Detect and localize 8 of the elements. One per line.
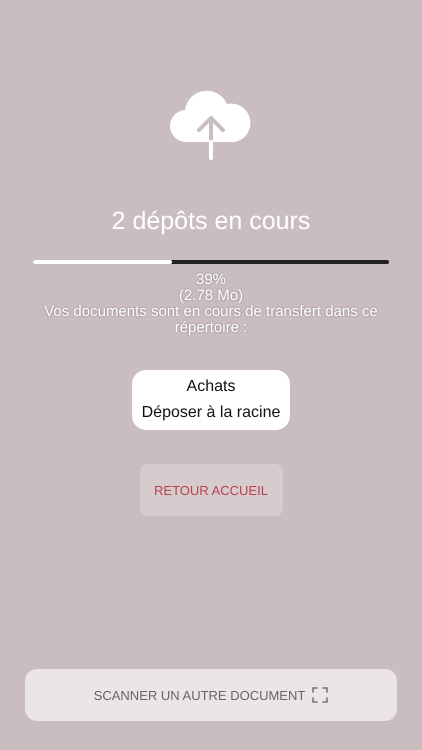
upload-title: 2 dépôts en cours bbox=[112, 206, 310, 236]
scan-button[interactable]: SCANNER UN AUTRE DOCUMENT bbox=[25, 669, 397, 721]
folder-name: Déposer à la racine bbox=[142, 403, 280, 423]
transfer-message: Vos documents sont en cours de transfert dans ce répertoire : bbox=[43, 304, 379, 336]
folder-name: Achats bbox=[186, 377, 236, 397]
upload-size: (2.78 Mo) bbox=[178, 288, 244, 304]
progress-percent: 39% bbox=[196, 272, 226, 288]
scan-icon bbox=[312, 687, 328, 703]
